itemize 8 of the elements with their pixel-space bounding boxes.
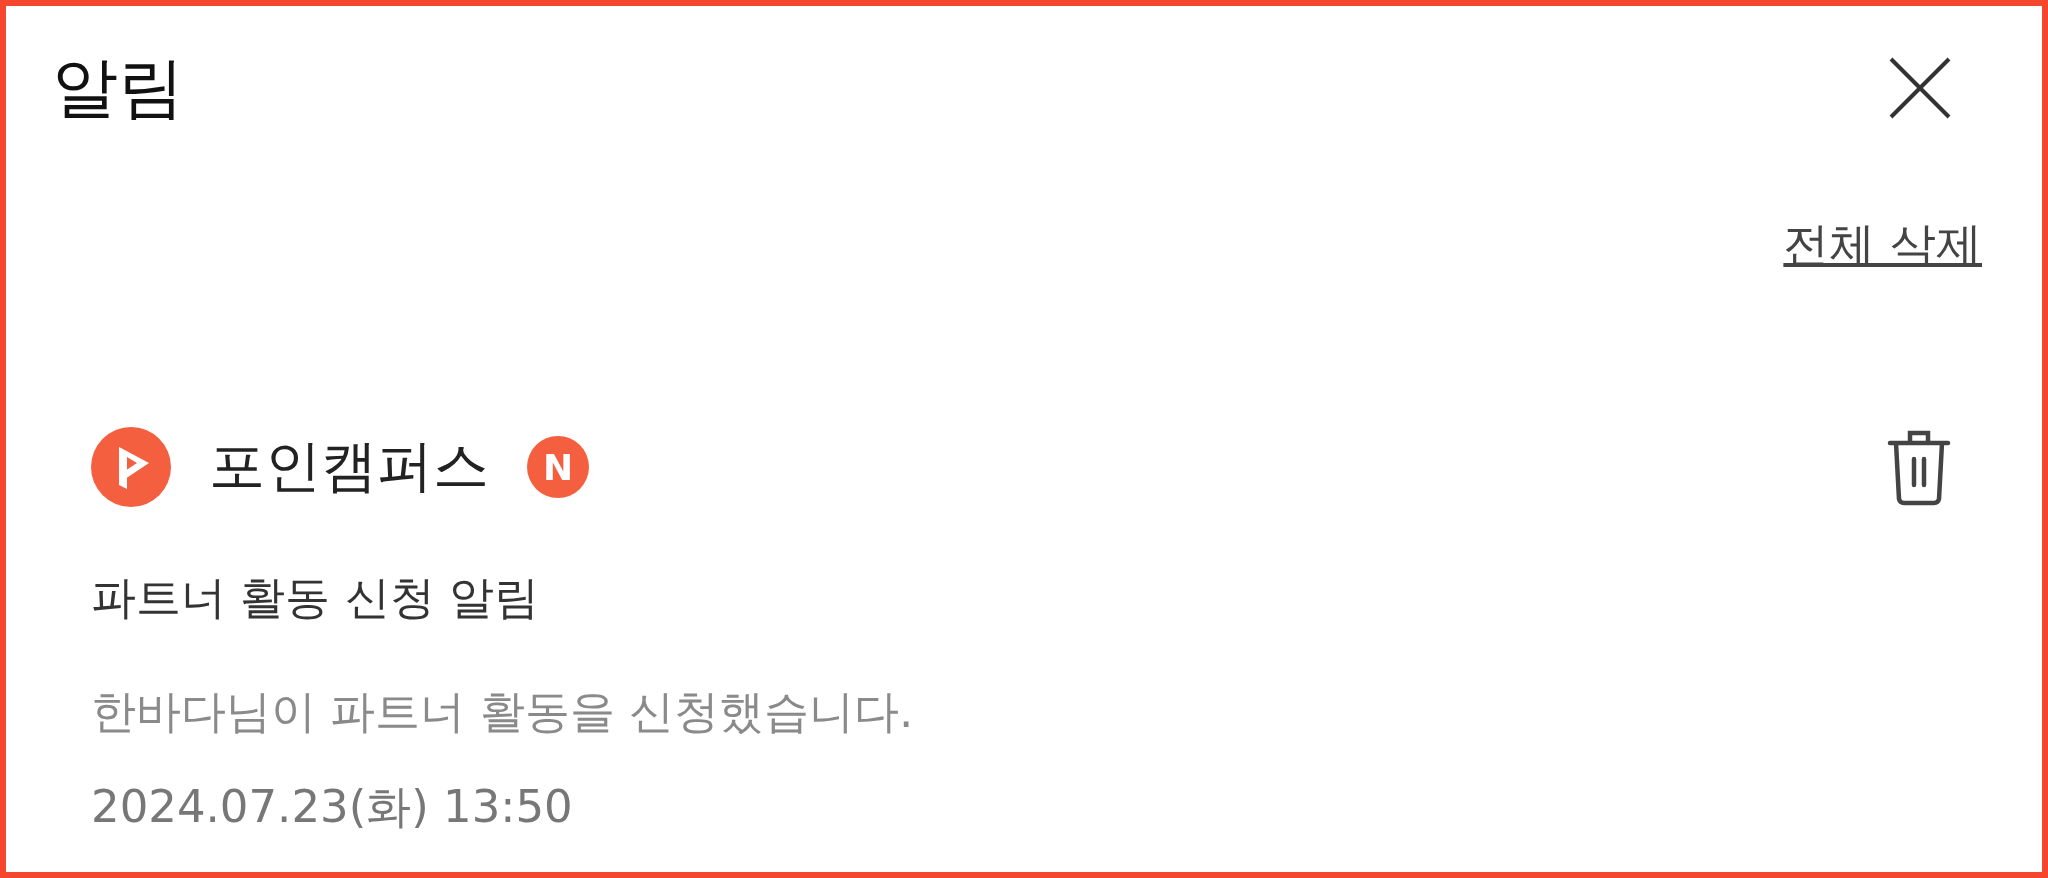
play-logo-icon [91, 427, 171, 507]
notification-time: 2024.07.23(화) 13:50 [91, 779, 574, 835]
notification-source: 포인캠퍼스 [209, 432, 489, 500]
delete-all-link[interactable]: 전체 삭제 [1783, 214, 1982, 274]
notification-message: 한바다님이 파트너 활동을 신청했습니다. [91, 684, 915, 740]
notification-title: 파트너 활동 신청 알림 [91, 570, 540, 626]
panel-title: 알림 [52, 48, 184, 128]
new-badge: N [527, 436, 589, 498]
